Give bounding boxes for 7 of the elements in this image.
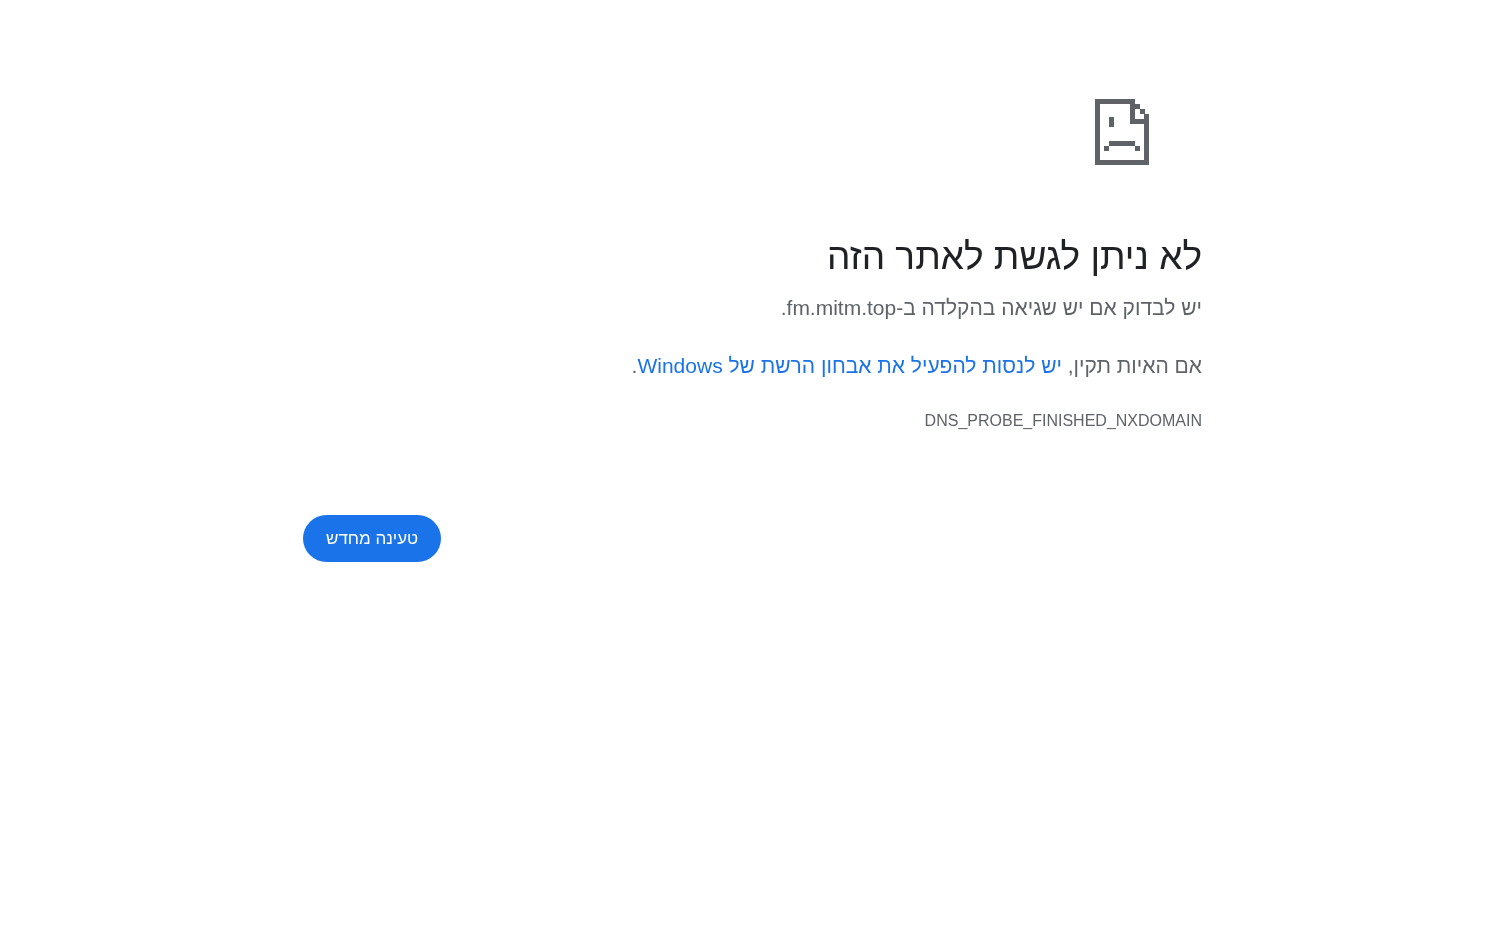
suggestion-text: אם האיות תקין, יש לנסות להפעיל את אבחון הרשת של Windows. [631,353,1202,379]
error-code: DNS_PROBE_FINISHED_NXDOMAIN [924,411,1202,431]
error-heading: לא ניתן לגשת לאתר הזה [826,235,1202,279]
check-message: יש לבדוק אם יש שגיאה בהקלדה ב-fm.mitm.top. [780,295,1202,321]
network-diagnostics-link[interactable]: יש לנסות להפעיל את אבחון הרשת של Windows [637,354,1062,377]
sad-page-icon [1095,99,1149,165]
reload-button[interactable]: טעינה מחדש [303,515,442,562]
